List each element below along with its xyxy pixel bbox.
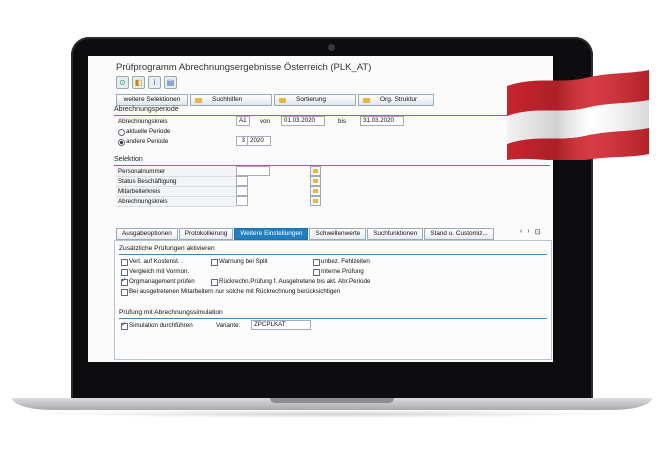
variant-icon[interactable]: ◧: [132, 76, 145, 89]
von-label: von: [260, 118, 270, 125]
mitarbeiterkreis-input[interactable]: [236, 186, 248, 196]
button-label: Sortierung: [296, 96, 326, 103]
info-icon[interactable]: i: [148, 76, 161, 89]
bis-date-input[interactable]: 31.03.2020: [360, 116, 404, 126]
tab-strip: Ausgabeoptionen Protokollierung Weitere …: [116, 228, 494, 240]
personalnummer-input[interactable]: [236, 166, 270, 176]
check-label: Bei ausgetretenen Mitarbeitern nur solch…: [129, 288, 341, 295]
button-label: Suchhilfen: [212, 96, 243, 103]
section-title-simulation: Prüfung mit Abrechnungssimulation: [119, 309, 223, 316]
unbez-fehlzeiten-checkbox[interactable]: [313, 259, 320, 266]
multiple-selection-button[interactable]: [310, 166, 321, 176]
tab-weitere-einstellungen[interactable]: Weitere Einstellungen: [234, 228, 309, 240]
orgmanagement-checkbox[interactable]: [121, 276, 128, 286]
org-struktur-button[interactable]: Org. Struktur: [358, 94, 434, 106]
multiple-selection-button[interactable]: [310, 186, 321, 196]
button-row: weitere Selektionen Suchhilfen Sortierun…: [116, 94, 434, 106]
tab-menu-icon[interactable]: ⊡: [535, 228, 541, 236]
check-label: Orgmanagement prüfen: [129, 278, 195, 285]
mitarbeiterkreis-label: Mitarbeiterkreis: [118, 188, 161, 195]
simulation-label: Simulation durchführen: [129, 322, 193, 329]
tab-panel: Zusätzliche Prüfungen aktivieren Vert. a…: [114, 240, 552, 360]
status-beschaeftigung-input[interactable]: [236, 176, 248, 186]
tab-ausgabeoptionen[interactable]: Ausgabeoptionen: [116, 228, 178, 240]
bis-label: bis: [338, 118, 346, 125]
check-label: Warnung bei Split: [219, 258, 268, 265]
personalnummer-label: Personalnummer: [118, 168, 166, 175]
weitere-selektionen-button[interactable]: weitere Selektionen: [116, 94, 188, 106]
abrechnungskreis-sel-input[interactable]: [236, 196, 248, 206]
toolbar: ⊙ ◧ i ▤: [116, 76, 177, 90]
button-label: weitere Selektionen: [123, 96, 181, 103]
von-date-input[interactable]: 01.03.2020: [281, 116, 325, 126]
multiple-selection-button[interactable]: [310, 196, 321, 206]
chevron-right-icon[interactable]: ›: [527, 228, 529, 236]
simulation-checkbox[interactable]: [121, 320, 128, 330]
button-label: Org. Struktur: [380, 96, 418, 103]
check-label: unbez. Fehlzeiten: [321, 258, 370, 265]
chevron-left-icon[interactable]: ‹: [520, 228, 522, 236]
check-label: Vert. auf Kostenst. .: [129, 258, 183, 265]
folder-icon: [279, 97, 286, 103]
section-title-abrechnungsperiode: Abrechnungsperiode: [114, 106, 179, 113]
laptop-shadow: [40, 410, 624, 418]
andere-periode-radio[interactable]: [118, 139, 125, 146]
section-divider: [114, 115, 550, 116]
vergleich-vormon-checkbox[interactable]: [121, 269, 128, 276]
interne-pruefung-checkbox[interactable]: [313, 269, 320, 276]
sortierung-button[interactable]: Sortierung: [274, 94, 356, 106]
section-divider: [119, 318, 547, 319]
tab-stand-customizing[interactable]: Stand u. Customiz...: [424, 228, 494, 240]
section-divider: [114, 165, 550, 166]
vert-kostenst-checkbox[interactable]: [121, 259, 128, 266]
multiple-selection-button[interactable]: [310, 176, 321, 186]
camera-icon: [328, 44, 335, 51]
rueckrechn-pruefung-checkbox[interactable]: [211, 279, 218, 286]
execute-icon[interactable]: ⊙: [116, 76, 129, 89]
laptop-notch: [270, 398, 394, 403]
section-divider: [119, 254, 547, 255]
sap-screen: Prüfprogramm Abrechnungsergebnisse Öster…: [88, 56, 553, 362]
ausgetretene-checkbox[interactable]: [121, 289, 128, 296]
status-beschaeftigung-label: Status Beschäftigung: [118, 178, 177, 185]
aktuelle-periode-radio[interactable]: [118, 129, 125, 136]
tab-suchfunktionen[interactable]: Suchfunktionen: [367, 228, 424, 240]
folder-icon: [363, 97, 370, 103]
section-title-selektion: Selektion: [114, 156, 143, 163]
aktuelle-periode-label: aktuelle Periode: [126, 128, 171, 135]
check-label: Interne Prüfung: [321, 268, 364, 275]
window-title: Prüfprogramm Abrechnungsergebnisse Öster…: [116, 62, 372, 73]
tab-navigation: ‹ › ⊡: [520, 228, 541, 236]
abrechnungskreis-input[interactable]: A1: [236, 116, 250, 126]
section-title-zusaetzlich: Zusätzliche Prüfungen aktivieren: [119, 245, 215, 252]
andere-periode-label: andere Periode: [126, 138, 169, 145]
variante-input[interactable]: ZPCPLKAT: [251, 320, 311, 330]
year-input[interactable]: 2020: [247, 136, 271, 146]
suchhilfen-button[interactable]: Suchhilfen: [190, 94, 272, 106]
tab-protokollierung[interactable]: Protokollierung: [178, 228, 234, 240]
docs-icon[interactable]: ▤: [164, 76, 177, 89]
check-label: Vergleich mit Vormon.: [129, 268, 190, 275]
abrechnungskreis-label: Abrechnungskreis: [118, 118, 168, 125]
check-label: Rückrechn.Prüfung f. Ausgetretene bis ak…: [219, 278, 371, 285]
tab-schwellenwerte[interactable]: Schwellenwerte: [309, 228, 367, 240]
abrechnungskreis-sel-label: Abrechnungskreis: [118, 198, 168, 205]
austrian-flag: [507, 70, 649, 160]
folder-icon: [195, 97, 202, 103]
warnung-split-checkbox[interactable]: [211, 259, 218, 266]
variante-label: Variante:: [216, 322, 241, 329]
